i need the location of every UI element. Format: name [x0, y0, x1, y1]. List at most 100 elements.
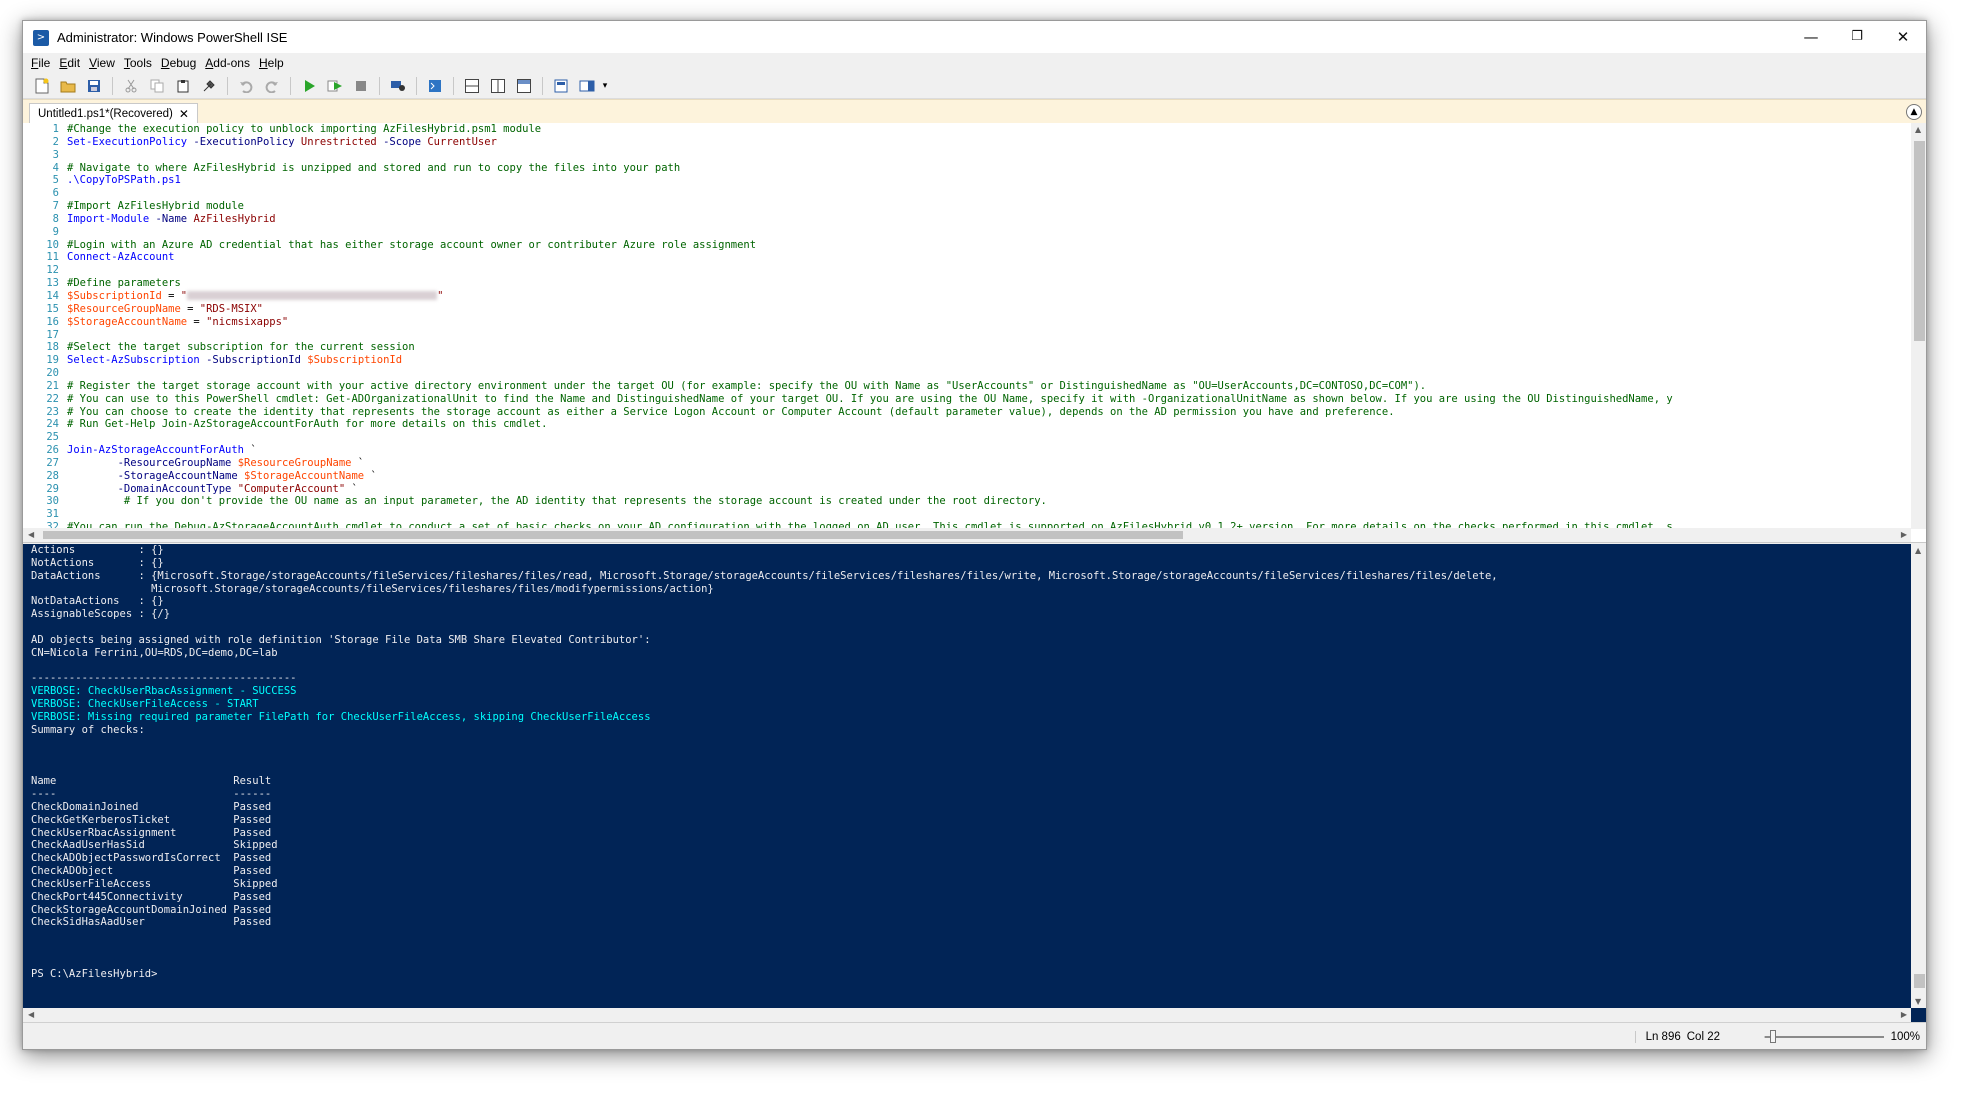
tab-untitled1[interactable]: Untitled1.ps1*(Recovered) ✕	[29, 103, 198, 124]
code-line[interactable]: #Import AzFilesHybrid module	[67, 200, 1917, 213]
code-line[interactable]: #Define parameters	[67, 277, 1917, 290]
save-icon[interactable]	[81, 75, 107, 97]
zoom-slider[interactable]	[1764, 1030, 1884, 1043]
script-horizontal-scrollbar[interactable]: ◀ ▶	[23, 528, 1911, 542]
new-icon[interactable]	[29, 75, 55, 97]
title-bar: > Administrator: Windows PowerShell ISE …	[23, 21, 1926, 53]
code-line[interactable]: # If you don't provide the OU name as an…	[67, 495, 1917, 508]
console-line: CheckGetKerberosTicket Passed	[31, 813, 272, 826]
code-line[interactable]: # Run Get-Help Join-AzStorageAccountForA…	[67, 418, 1917, 431]
menu-file[interactable]: File	[29, 56, 57, 70]
scroll-up-icon[interactable]: ▲	[1915, 546, 1921, 555]
run-icon[interactable]	[296, 75, 322, 97]
zoom-slider-thumb[interactable]	[1770, 1030, 1776, 1043]
run-selection-icon[interactable]	[322, 75, 348, 97]
console-pane[interactable]: Actions : {} NotActions : {} DataActions :…	[23, 544, 1926, 1022]
line-indicator: Ln 896	[1645, 1031, 1681, 1043]
powershell-ise-window: > Administrator: Windows PowerShell ISE …	[22, 20, 1927, 1050]
script-editor[interactable]: #Change the execution policy to unblock …	[67, 123, 1917, 529]
collapse-script-pane-icon[interactable]: ▲	[1906, 104, 1922, 120]
code-line[interactable]	[67, 226, 1917, 239]
toolbar-overflow-icon[interactable]: ▾	[600, 75, 610, 97]
console-horizontal-scrollbar[interactable]: ◀ ▶	[23, 1008, 1911, 1022]
code-line[interactable]: # You can choose to create the identity …	[67, 406, 1917, 419]
console-output[interactable]: Actions : {} NotActions : {} DataActions :…	[31, 544, 1891, 1004]
redo-icon[interactable]	[259, 75, 285, 97]
remote-icon[interactable]	[385, 75, 411, 97]
scroll-up-icon[interactable]: ▲	[1915, 125, 1921, 134]
stop-icon[interactable]	[348, 75, 374, 97]
code-token: -ExecutionPolicy	[187, 135, 295, 148]
toolbar-separator	[453, 76, 454, 95]
minimize-button[interactable]: —	[1788, 21, 1834, 53]
code-line[interactable]	[67, 187, 1917, 200]
console-line: CheckDomainJoined Passed	[31, 800, 272, 813]
open-icon[interactable]	[55, 75, 81, 97]
code-line[interactable]: Join-AzStorageAccountForAuth `	[67, 444, 1917, 457]
code-line[interactable]: $StorageAccountName = "nicmsixapps"	[67, 316, 1917, 329]
code-line[interactable]: .\CopyToPSPath.ps1	[67, 174, 1917, 187]
menu-debug[interactable]: Debug	[159, 56, 203, 70]
copy-icon[interactable]	[144, 75, 170, 97]
console-icon[interactable]	[422, 75, 448, 97]
scroll-down-icon[interactable]: ▼	[1915, 997, 1921, 1006]
layout-right-icon[interactable]	[485, 75, 511, 97]
close-button[interactable]: ✕	[1880, 21, 1926, 53]
undo-icon[interactable]	[233, 75, 259, 97]
code-line[interactable]: #Login with an Azure AD credential that …	[67, 239, 1917, 252]
code-line[interactable]: # Navigate to where AzFilesHybrid is unz…	[67, 162, 1917, 175]
menu-help[interactable]: Help	[257, 56, 291, 70]
script-pane[interactable]: 1 2 3 4 5 6 7 8 9 10 11 12 13 14 15 16 17 18 19 20 21 22 23 24 2…	[23, 123, 1926, 543]
scroll-right-icon[interactable]: ▶	[1901, 530, 1907, 539]
code-line[interactable]	[67, 431, 1917, 444]
code-line[interactable]: -ResourceGroupName $ResourceGroupName `	[67, 457, 1917, 470]
code-line[interactable]: $ResourceGroupName = "RDS-MSIX"	[67, 303, 1917, 316]
code-line[interactable]: -DomainAccountType "ComputerAccount" `	[67, 483, 1917, 496]
layout-max-icon[interactable]	[511, 75, 537, 97]
code-line[interactable]: Set-ExecutionPolicy -ExecutionPolicy Unr…	[67, 136, 1917, 149]
show-commands-icon[interactable]	[548, 75, 574, 97]
toolbar-separator	[379, 76, 380, 95]
toolbar-separator	[542, 76, 543, 95]
code-line[interactable]	[67, 264, 1917, 277]
code-line[interactable]: Connect-AzAccount	[67, 251, 1917, 264]
line-number: 17	[46, 328, 59, 341]
code-line[interactable]	[67, 329, 1917, 342]
code-line[interactable]: #Change the execution policy to unblock …	[67, 123, 1917, 136]
scroll-thumb[interactable]	[1914, 141, 1925, 341]
code-line[interactable]: Import-Module -Name AzFilesHybrid	[67, 213, 1917, 226]
console-vertical-scrollbar[interactable]: ▲ ▼	[1911, 544, 1926, 1008]
code-line[interactable]: $SubscriptionId = " "	[67, 290, 1917, 303]
paste-icon[interactable]	[170, 75, 196, 97]
command-addon-icon[interactable]	[574, 75, 600, 97]
scroll-left-icon[interactable]: ◀	[28, 1010, 34, 1019]
layout-top-icon[interactable]	[459, 75, 485, 97]
scroll-thumb[interactable]	[1914, 974, 1925, 988]
menu-edit[interactable]: Edit	[57, 56, 87, 70]
cut-icon[interactable]	[118, 75, 144, 97]
toolbar-separator	[416, 76, 417, 95]
code-line[interactable]	[67, 367, 1917, 380]
code-token: -Scope	[376, 135, 422, 148]
code-line[interactable]: # Register the target storage account wi…	[67, 380, 1917, 393]
code-line[interactable]: #Select the target subscription for the …	[67, 341, 1917, 354]
clear-icon[interactable]	[196, 75, 222, 97]
script-vertical-scrollbar[interactable]: ▲	[1911, 123, 1926, 529]
code-line[interactable]: -StorageAccountName $StorageAccountName …	[67, 470, 1917, 483]
scroll-right-icon[interactable]: ▶	[1901, 1010, 1907, 1019]
close-tab-icon[interactable]: ✕	[179, 107, 189, 121]
menu-tools[interactable]: Tools	[122, 56, 159, 70]
code-line[interactable]	[67, 508, 1917, 521]
menu-addons[interactable]: Add-ons	[203, 56, 257, 70]
scroll-thumb[interactable]	[43, 531, 1183, 539]
console-line: CheckSidHasAadUser Passed	[31, 916, 272, 929]
code-token: Join-AzStorageAccountForAuth	[67, 444, 245, 457]
code-line[interactable]: # You can use to this PowerShell cmdlet:…	[67, 393, 1917, 406]
code-line[interactable]: Select-AzSubscription -SubscriptionId $S…	[67, 354, 1917, 367]
menu-view[interactable]: View	[87, 56, 122, 70]
code-token: "RDS-MSIX"	[199, 302, 263, 315]
scroll-left-icon[interactable]: ◀	[28, 530, 34, 539]
restore-button[interactable]: ❐	[1834, 21, 1880, 53]
code-line[interactable]	[67, 149, 1917, 162]
